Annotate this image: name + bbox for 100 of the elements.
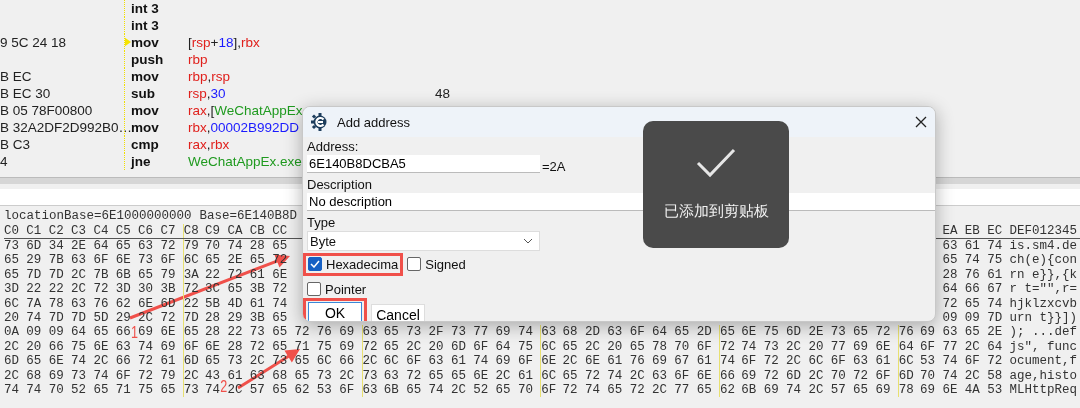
hex-byte: 70	[674, 339, 690, 355]
hex-byte: 66	[964, 282, 980, 297]
hex-byte: 2C	[4, 339, 19, 355]
hex-byte: 3D	[4, 282, 19, 297]
hex-byte: 6D	[4, 354, 19, 369]
hex-byte: 73	[249, 325, 265, 340]
hex-byte: 61	[607, 354, 623, 369]
hex-byte: 76	[964, 267, 980, 283]
hex-byte: 2C	[786, 354, 802, 369]
chevron-icon	[523, 238, 533, 244]
hex-byte: 6C	[4, 296, 19, 311]
hex-byte: 2C	[227, 382, 243, 398]
checkbox-label[interactable]: Signed	[425, 256, 466, 272]
ascii-text: MLHttpReq	[1009, 382, 1078, 398]
hex-byte: 6D	[786, 368, 802, 383]
hex-byte: 63	[71, 253, 87, 268]
hex-byte: 4D	[227, 296, 243, 311]
mnemonic: int 3	[131, 17, 160, 33]
hex-byte: 65	[629, 339, 645, 355]
hex-byte: 74	[93, 368, 109, 383]
hex-byte: 74	[719, 354, 735, 369]
checkmark-icon	[696, 148, 736, 178]
hex-byte: 6F	[741, 354, 757, 369]
hex-byte: 2C	[182, 368, 199, 383]
hex-byte: 69	[48, 368, 64, 383]
operands: rbx,00002B992DD	[188, 119, 300, 135]
hex-byte: 5D	[93, 310, 109, 326]
field-label: Address:	[307, 139, 359, 155]
hex-byte: 6E	[115, 253, 131, 268]
hex-byte: 7D	[71, 310, 87, 326]
hex-byte: 65	[562, 368, 578, 383]
hex-byte: 74	[786, 382, 802, 398]
hex-byte: 74	[428, 382, 444, 398]
hex-byte: 7D	[182, 310, 199, 326]
checkbox[interactable]	[407, 257, 422, 271]
hex-byte: 72	[272, 282, 288, 297]
instruction-bytes: B EC	[0, 68, 32, 84]
hex-byte: 73	[450, 325, 466, 340]
instruction-bytes: 9 5C 24 18	[0, 34, 67, 50]
hex-byte: 6B	[115, 267, 131, 283]
hex-byte: 6F	[875, 368, 891, 383]
hex-byte: 69	[920, 325, 936, 340]
hex-byte: 64	[942, 282, 958, 297]
hex-byte: 2C	[495, 368, 511, 383]
hex-byte: 52	[71, 382, 87, 398]
ascii-text: ocument,f	[1009, 354, 1078, 369]
checkbox[interactable]	[307, 282, 321, 296]
checkbox-label[interactable]: Hexadecima	[326, 256, 399, 272]
hex-byte: 6F	[115, 368, 131, 383]
hex-byte: 69	[160, 339, 176, 355]
hex-byte: 64	[495, 339, 511, 355]
address-field[interactable]: 6E140B8DCBA5	[307, 155, 540, 173]
dialog-button[interactable]: Cancel	[371, 303, 425, 321]
operands: rbp,rsp	[188, 68, 231, 84]
hex-byte: 69	[763, 382, 779, 398]
hex-byte: 7D	[26, 267, 42, 283]
comment: 48	[434, 85, 450, 101]
hex-byte: 6F	[696, 339, 712, 355]
close-icon[interactable]	[915, 116, 927, 128]
hex-byte: 22	[205, 267, 221, 283]
hex-byte: 74	[227, 239, 243, 254]
hex-byte: 78	[48, 296, 64, 311]
hex-byte: 2C	[249, 354, 265, 369]
hex-byte: 65	[272, 310, 288, 326]
hex-byte: 72	[294, 325, 310, 340]
hex-byte: 6D	[897, 368, 914, 383]
mnemonic: mov	[131, 34, 160, 50]
hex-byte: 74	[272, 296, 288, 311]
hex-byte: 78	[651, 339, 667, 355]
hex-byte: 72	[875, 325, 891, 340]
hex-byte: 28	[249, 239, 265, 254]
hex-byte: 65	[115, 239, 131, 254]
hex-byte: 63	[540, 325, 557, 340]
hex-byte: 61	[987, 267, 1003, 283]
column-header: CC	[272, 224, 288, 239]
hex-byte: 74	[987, 239, 1003, 254]
hex-byte: 2E	[227, 253, 243, 268]
type-dropdown[interactable]: Byte	[307, 231, 540, 251]
ascii-text: ch(e){con	[1009, 253, 1078, 268]
hex-byte: 75	[763, 325, 779, 340]
checkbox[interactable]	[308, 257, 322, 271]
hex-byte: 74	[987, 296, 1003, 311]
hex-byte: 65	[495, 382, 511, 398]
hex-byte: 61	[964, 239, 980, 254]
mnemonic: push	[131, 51, 165, 67]
hex-byte: 73	[361, 368, 378, 383]
hex-byte: 6F	[964, 354, 980, 369]
hex-byte: 7B	[48, 253, 64, 268]
hex-byte: 6F	[830, 354, 846, 369]
hex-byte: 6D	[450, 339, 466, 355]
hex-byte: 72	[987, 354, 1003, 369]
hex-byte: 6C	[182, 253, 199, 268]
hex-byte: 79	[160, 368, 176, 383]
checkbox-label[interactable]: Pointer	[325, 281, 367, 297]
hex-byte: 65	[138, 267, 154, 283]
hex-byte: 6E	[138, 296, 154, 311]
dialog-button[interactable]: OK	[308, 302, 362, 321]
hex-byte: 6F	[473, 339, 489, 355]
gear-icon	[311, 113, 329, 131]
hex-byte: 65	[272, 325, 288, 340]
